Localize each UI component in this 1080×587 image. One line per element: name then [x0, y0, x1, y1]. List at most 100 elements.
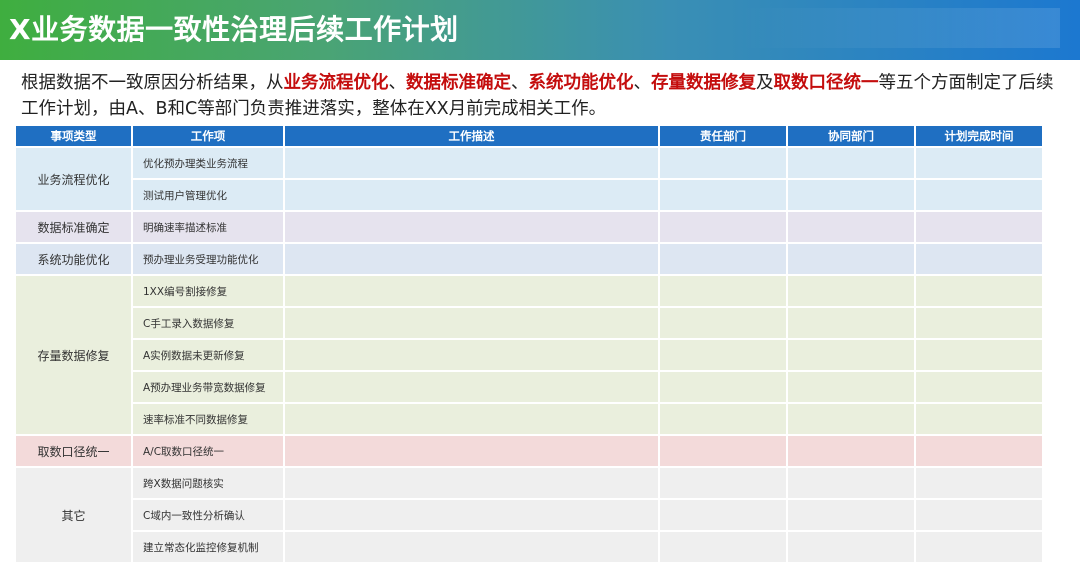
- banner-decoration: [740, 8, 1060, 48]
- work-plan-table: 事项类型 工作项 工作描述 责任部门 协同部门 计划完成时间 业务流程优化 优化预…: [14, 124, 1044, 564]
- work-item-cell: 跨X数据问题核实: [133, 468, 283, 498]
- owner-dept-cell: [660, 500, 786, 530]
- description-cell: [285, 436, 658, 466]
- page-title: X业务数据一致性治理后续工作计划: [9, 13, 459, 46]
- table-row: 建立常态化监控修复机制: [16, 532, 1042, 562]
- owner-dept-cell: [660, 244, 786, 274]
- due-date-cell: [916, 372, 1042, 402]
- due-date-cell: [916, 500, 1042, 530]
- owner-dept-cell: [660, 372, 786, 402]
- highlight-metric: 取数口径统一: [773, 73, 879, 93]
- table-row: 系统功能优化 预办理业务受理功能优化: [16, 244, 1042, 274]
- category-cell: 业务流程优化: [16, 148, 131, 210]
- support-dept-cell: [788, 500, 914, 530]
- header-due-date: 计划完成时间: [916, 126, 1042, 146]
- title-banner: X业务数据一致性治理后续工作计划: [0, 0, 1080, 60]
- owner-dept-cell: [660, 308, 786, 338]
- description-cell: [285, 532, 658, 562]
- due-date-cell: [916, 276, 1042, 306]
- work-item-cell: C手工录入数据修复: [133, 308, 283, 338]
- work-item-cell: 建立常态化监控修复机制: [133, 532, 283, 562]
- support-dept-cell: [788, 532, 914, 562]
- due-date-cell: [916, 436, 1042, 466]
- table-row: 速率标准不同数据修复: [16, 404, 1042, 434]
- description-cell: [285, 340, 658, 370]
- work-item-cell: C域内一致性分析确认: [133, 500, 283, 530]
- description-cell: [285, 180, 658, 210]
- intro-sep: 、: [633, 73, 652, 93]
- category-cell: 其它: [16, 468, 131, 562]
- owner-dept-cell: [660, 404, 786, 434]
- table-row: A预办理业务带宽数据修复: [16, 372, 1042, 402]
- description-cell: [285, 276, 658, 306]
- description-cell: [285, 372, 658, 402]
- intro-paragraph: 根据数据不一致原因分析结果，从业务流程优化、数据标准确定、系统功能优化、存量数据…: [21, 70, 1066, 122]
- table-row: C域内一致性分析确认: [16, 500, 1042, 530]
- description-cell: [285, 244, 658, 274]
- due-date-cell: [916, 148, 1042, 178]
- category-cell: 取数口径统一: [16, 436, 131, 466]
- highlight-repair: 存量数据修复: [651, 73, 756, 93]
- intro-prefix: 根据数据不一致原因分析结果，从: [21, 73, 284, 93]
- owner-dept-cell: [660, 180, 786, 210]
- owner-dept-cell: [660, 532, 786, 562]
- table-header-row: 事项类型 工作项 工作描述 责任部门 协同部门 计划完成时间: [16, 126, 1042, 146]
- owner-dept-cell: [660, 340, 786, 370]
- description-cell: [285, 404, 658, 434]
- due-date-cell: [916, 468, 1042, 498]
- support-dept-cell: [788, 180, 914, 210]
- highlight-standard: 数据标准确定: [406, 73, 511, 93]
- support-dept-cell: [788, 276, 914, 306]
- table-row: 存量数据修复 1XX编号割接修复: [16, 276, 1042, 434]
- due-date-cell: [916, 308, 1042, 338]
- intro-mid: 及: [756, 73, 774, 93]
- description-cell: [285, 148, 658, 178]
- support-dept-cell: [788, 212, 914, 242]
- table-row: 取数口径统一 A/C取数口径统一: [16, 436, 1042, 466]
- work-item-cell: A预办理业务带宽数据修复: [133, 372, 283, 402]
- due-date-cell: [916, 244, 1042, 274]
- description-cell: [285, 468, 658, 498]
- table-row: 其它 跨X数据问题核实: [16, 468, 1042, 562]
- category-cell: 数据标准确定: [16, 212, 131, 242]
- table-row: 业务流程优化 优化预办理类业务流程: [16, 148, 1042, 210]
- work-item-cell: 明确速率描述标准: [133, 212, 283, 242]
- header-category: 事项类型: [16, 126, 131, 146]
- work-item-cell: 预办理业务受理功能优化: [133, 244, 283, 274]
- due-date-cell: [916, 180, 1042, 210]
- support-dept-cell: [788, 468, 914, 498]
- table-body: 业务流程优化 优化预办理类业务流程 测试用户管理优化 数据标准确定 明确速率描述标准 系统…: [16, 148, 1042, 562]
- header-item: 工作项: [133, 126, 283, 146]
- description-cell: [285, 212, 658, 242]
- owner-dept-cell: [660, 436, 786, 466]
- work-item-cell: 优化预办理类业务流程: [133, 148, 283, 178]
- highlight-process: 业务流程优化: [283, 73, 389, 93]
- due-date-cell: [916, 212, 1042, 242]
- support-dept-cell: [788, 404, 914, 434]
- work-item-cell: 速率标准不同数据修复: [133, 404, 283, 434]
- support-dept-cell: [788, 308, 914, 338]
- header-support-dept: 协同部门: [788, 126, 914, 146]
- table-row: 测试用户管理优化: [16, 180, 1042, 210]
- due-date-cell: [916, 404, 1042, 434]
- owner-dept-cell: [660, 212, 786, 242]
- owner-dept-cell: [660, 148, 786, 178]
- work-item-cell: 测试用户管理优化: [133, 180, 283, 210]
- support-dept-cell: [788, 148, 914, 178]
- header-description: 工作描述: [285, 126, 658, 146]
- highlight-system: 系统功能优化: [528, 73, 634, 93]
- intro-sep: 、: [511, 73, 529, 93]
- owner-dept-cell: [660, 276, 786, 306]
- category-cell: 存量数据修复: [16, 276, 131, 434]
- work-item-cell: A/C取数口径统一: [133, 436, 283, 466]
- support-dept-cell: [788, 436, 914, 466]
- support-dept-cell: [788, 340, 914, 370]
- description-cell: [285, 500, 658, 530]
- support-dept-cell: [788, 244, 914, 274]
- due-date-cell: [916, 532, 1042, 562]
- due-date-cell: [916, 340, 1042, 370]
- table-row: C手工录入数据修复: [16, 308, 1042, 338]
- owner-dept-cell: [660, 468, 786, 498]
- work-item-cell: A实例数据未更新修复: [133, 340, 283, 370]
- description-cell: [285, 308, 658, 338]
